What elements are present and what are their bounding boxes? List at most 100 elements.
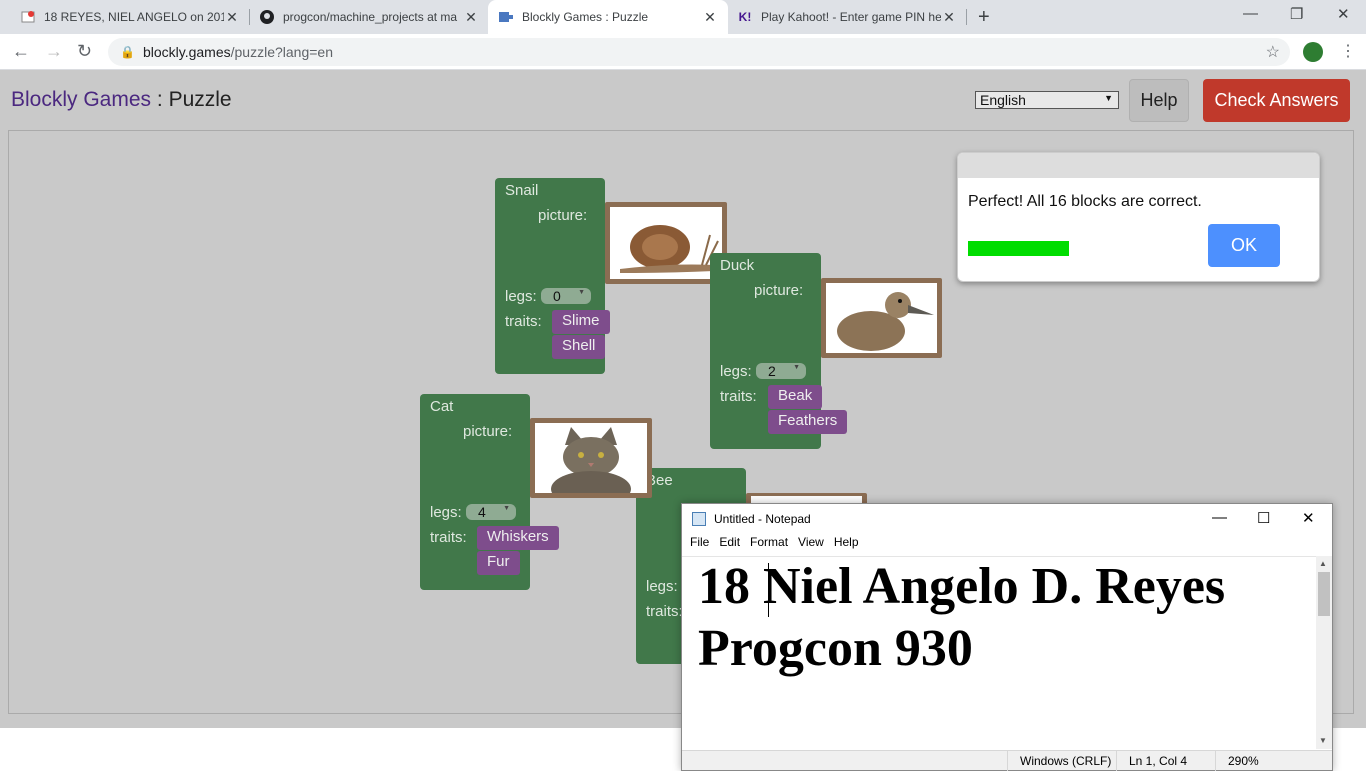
close-tab-icon[interactable]: ✕ [463,9,479,26]
progress-bar [968,241,1069,256]
tab-divider [249,9,250,25]
reload-icon[interactable]: ↻ [77,41,92,62]
kahoot-icon: K! [738,10,752,24]
picture-label: picture: [754,282,804,299]
minimize-icon[interactable]: — [1243,5,1258,22]
scroll-down-icon[interactable]: ▼ [1319,736,1327,745]
animal-name: Snail [505,182,539,199]
scroll-thumb[interactable] [1318,572,1330,616]
bookmark-star-icon[interactable]: ☆ [1266,42,1280,62]
legs-label: legs: [505,288,537,305]
snail-picture[interactable] [605,202,727,284]
legs-label: legs: [430,504,462,521]
notepad-text-area[interactable]: 18 Niel Angelo D. Reyes Progcon 930 [682,556,1316,749]
close-tab-icon[interactable]: ✕ [224,9,240,26]
maximize-icon[interactable]: ☐ [1257,509,1270,527]
tab-kahoot[interactable]: K! Play Kahoot! - Enter game PIN he ✕ [729,0,965,34]
trait-block[interactable]: Feathers [768,410,848,434]
snail-photo [610,207,722,279]
dialog-message: Perfect! All 16 blocks are correct. [968,193,1202,210]
restore-icon[interactable]: ❐ [1290,5,1303,23]
menu-view[interactable]: View [798,535,824,555]
profile-avatar[interactable] [1303,42,1323,62]
duck-picture[interactable] [821,278,942,358]
title-separator: : [151,88,169,111]
chevron-down-icon: ▼ [793,364,800,371]
back-icon[interactable]: ← [12,41,30,62]
page-title: Blockly Games : Puzzle [11,88,232,112]
text-line: 18 Niel Angelo D. Reyes [698,558,1226,615]
language-select[interactable]: English ▼ [975,91,1119,109]
brand-link[interactable]: Blockly Games [11,88,151,111]
chevron-down-icon: ▼ [578,289,585,296]
trait-block[interactable]: Slime [552,310,610,334]
close-tab-icon[interactable]: ✕ [702,9,718,26]
legs-value: 4 [478,504,486,520]
new-tab-icon[interactable]: + [978,6,990,29]
menu-edit[interactable]: Edit [719,535,740,555]
lock-icon: 🔒 [120,45,135,59]
close-window-icon[interactable]: ✕ [1302,509,1315,527]
text-caret [768,563,769,617]
url-path: /puzzle?lang=en [230,44,333,60]
tab-blockly[interactable]: Blockly Games : Puzzle ✕ [488,0,728,34]
legs-dropdown[interactable]: 2 ▼ [756,363,806,379]
tab-title: 18 REYES, NIEL ANGELO on 2019 [44,10,224,24]
blockly-icon [498,9,514,25]
browser-menu-icon[interactable]: ⋮ [1340,41,1356,61]
legs-dropdown[interactable]: 0 ▼ [541,288,591,304]
url-host: blockly.games [142,44,231,60]
status-zoom: 290% [1215,751,1275,771]
chevron-down-icon: ▼ [503,505,510,512]
classroom-icon [20,9,36,25]
menu-file[interactable]: File [690,535,709,555]
address-bar[interactable]: 🔒 blockly.games/puzzle?lang=en ☆ [108,38,1290,66]
minimize-icon[interactable]: — [1212,509,1227,526]
menu-format[interactable]: Format [750,535,788,555]
close-window-icon[interactable]: ✕ [1337,5,1350,23]
trait-block[interactable]: Beak [768,385,823,409]
scroll-up-icon[interactable]: ▲ [1319,559,1327,568]
tab-classroom[interactable]: 18 REYES, NIEL ANGELO on 2019 ✕ [12,0,248,34]
legs-dropdown[interactable]: 4 ▼ [466,504,516,520]
menu-help[interactable]: Help [834,535,859,555]
chevron-down-icon: ▼ [1104,93,1113,103]
tab-title: Play Kahoot! - Enter game PIN he [761,10,941,24]
traits-label: traits: [646,603,683,620]
dialog-header [958,153,1319,178]
help-button[interactable]: Help [1129,79,1189,122]
close-tab-icon[interactable]: ✕ [941,9,957,26]
notepad-statusbar: Windows (CRLF) Ln 1, Col 4 290% [682,750,1332,771]
puzzle-title: Puzzle [168,88,232,111]
language-value: English [980,92,1026,108]
cat-photo [535,423,647,493]
tab-title: progcon/machine_projects at ma [283,10,458,24]
duck-photo [826,283,937,353]
legs-label: legs: [646,578,678,595]
trait-block[interactable]: Fur [477,551,520,575]
traits-label: traits: [505,313,542,330]
trait-block[interactable]: Shell [552,335,606,359]
notepad-titlebar[interactable]: Untitled - Notepad — ☐ ✕ [682,504,1332,534]
tab-title: Blockly Games : Puzzle [522,10,649,24]
animal-name: Duck [720,257,755,274]
vertical-scrollbar[interactable]: ▲ ▼ [1316,556,1332,749]
notepad-title: Untitled - Notepad [714,512,811,526]
legs-label: legs: [720,363,752,380]
browser-toolbar: ← → ↻ 🔒 blockly.games/puzzle?lang=en ☆ ⋮ [0,34,1366,70]
result-dialog: Perfect! All 16 blocks are correct. OK [957,152,1320,282]
trait-block[interactable]: Whiskers [477,526,559,550]
tab-strip: 18 REYES, NIEL ANGELO on 2019 ✕ progcon/… [0,0,1366,34]
traits-label: traits: [430,529,467,546]
ok-button[interactable]: OK [1208,224,1280,267]
tab-github[interactable]: progcon/machine_projects at ma ✕ [251,0,487,34]
status-encoding: Windows (CRLF) [1007,751,1119,771]
tab-divider [966,9,967,25]
notepad-window[interactable]: Untitled - Notepad — ☐ ✕ File Edit Forma… [681,503,1333,771]
github-icon [259,9,275,25]
forward-icon[interactable]: → [45,41,63,62]
cat-picture[interactable] [530,418,652,498]
status-position: Ln 1, Col 4 [1116,751,1222,771]
text-line: Progcon 930 [698,620,973,677]
check-answers-button[interactable]: Check Answers [1203,79,1350,122]
